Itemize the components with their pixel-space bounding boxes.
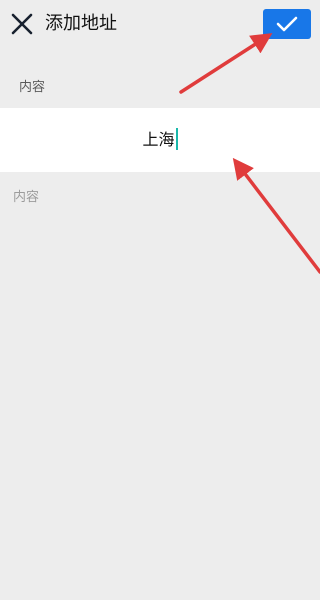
content-hint-label: 内容 [13, 190, 40, 205]
confirm-button[interactable] [263, 9, 311, 39]
add-address-screen: 添加地址 内容 上海 内容 [0, 0, 320, 600]
close-icon [11, 13, 33, 35]
checkmark-icon [276, 16, 298, 32]
top-bar: 添加地址 [0, 0, 320, 52]
close-button[interactable] [10, 12, 34, 36]
annotation-arrow-to-input [232, 157, 320, 274]
annotation-arrows [179, 33, 320, 274]
address-input-value: 上海 [142, 130, 175, 149]
page-title: 添加地址 [45, 13, 117, 34]
text-caret [175, 128, 178, 150]
address-input[interactable]: 上海 [0, 108, 320, 172]
content-section-label: 内容 [19, 80, 46, 95]
address-input-row[interactable]: 上海 [0, 108, 320, 172]
